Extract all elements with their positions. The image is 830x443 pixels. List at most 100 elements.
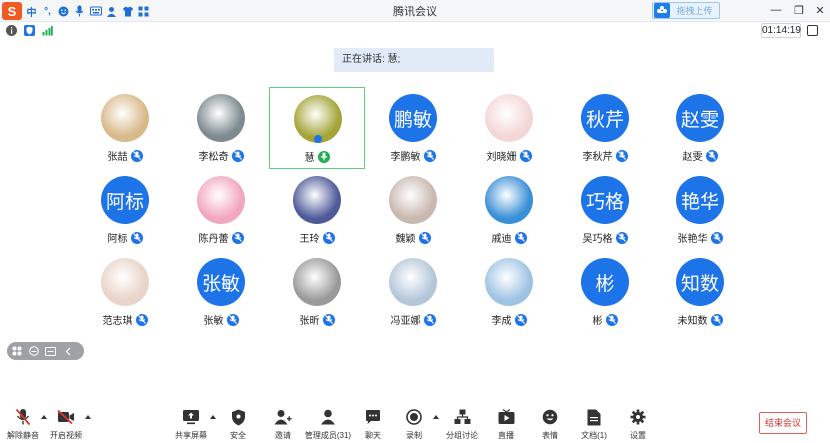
- participant-name-row: 冯亚娜: [365, 312, 461, 327]
- emoji-icon: [541, 408, 559, 426]
- participant-name: 张喆: [107, 152, 128, 163]
- share-screen-button[interactable]: 共享屏幕: [166, 408, 216, 441]
- participant-tile[interactable]: 张昕: [269, 251, 365, 333]
- participant-tile[interactable]: 艳华 张艳华: [652, 169, 748, 251]
- participant-name: 范志琪: [102, 316, 133, 327]
- participant-tile[interactable]: 张喆: [77, 87, 173, 169]
- avatar: [293, 176, 341, 224]
- participant-tile[interactable]: 刘晓姗: [461, 87, 557, 169]
- participant-tile[interactable]: 李成: [461, 251, 557, 333]
- mic-muted-icon: [135, 313, 148, 326]
- avatar: 巧格: [581, 176, 629, 224]
- participant-name: 赵雯: [682, 152, 703, 163]
- chat-icon: [364, 408, 382, 426]
- participant-tile[interactable]: 李松奇: [173, 87, 269, 169]
- participant-tile[interactable]: 陈丹蕾: [173, 169, 269, 251]
- participant-name: 张敏: [203, 316, 224, 327]
- participant-name-row: 戚迪: [461, 230, 557, 245]
- participant-name-row: 赵雯: [652, 148, 748, 163]
- participant-grid: 张喆 李松奇慧鹏敏 李鹏敏 刘晓姗 秋芹 李秋芹 赵雯 赵雯 阿标 阿标 陈丹蕾 王玲 魏颖 戚迪 巧格 吴巧…: [0, 0, 830, 443]
- participant-tile[interactable]: 巧格 吴巧格: [557, 169, 653, 251]
- gear-icon: [629, 408, 647, 426]
- mic-muted-icon: [231, 149, 244, 162]
- mic-muted-icon: [130, 231, 143, 244]
- manage-members-button[interactable]: 管理成员(31): [303, 408, 353, 441]
- participant-name-row: 李秋芹: [557, 148, 653, 163]
- share-screen-label: 共享屏幕: [175, 431, 207, 440]
- start-video-button[interactable]: 开启视频: [41, 408, 91, 441]
- shield-icon: [229, 408, 247, 426]
- members-icon: [319, 408, 337, 426]
- avatar: 艳华: [676, 176, 724, 224]
- participant-tile[interactable]: 张敏 张敏: [173, 251, 269, 333]
- mic-muted-icon: [605, 313, 618, 326]
- avatar: [197, 176, 245, 224]
- participant-name: 魏颖: [395, 234, 416, 245]
- participant-tile[interactable]: 范志琪: [77, 251, 173, 333]
- security-button[interactable]: 安全: [213, 408, 263, 441]
- apps-icon[interactable]: [11, 346, 22, 357]
- participant-tile[interactable]: 魏颖: [365, 169, 461, 251]
- participant-name: 陈丹蕾: [198, 234, 229, 245]
- avatar: [197, 94, 245, 142]
- chat-label: 聊天: [365, 431, 381, 440]
- record-icon: [405, 408, 423, 426]
- participant-tile[interactable]: 赵雯 赵雯: [652, 87, 748, 169]
- participant-name: 冯亚娜: [390, 316, 421, 327]
- start-video-label: 开启视频: [50, 431, 82, 440]
- participant-tile[interactable]: 鹏敏 李鹏敏: [365, 87, 461, 169]
- avatar: 彬: [581, 258, 629, 306]
- caption-icon[interactable]: [45, 346, 56, 357]
- meeting-toolbar: 解除静音 开启视频 共享屏幕 安全 邀请 管理成员(31) 聊天 录制 分组讨论…: [0, 402, 830, 443]
- participant-tile[interactable]: 戚迪: [461, 169, 557, 251]
- mic-muted-icon: [14, 408, 32, 426]
- video-options-caret[interactable]: [85, 415, 91, 419]
- mic-muted-icon: [615, 149, 628, 162]
- participant-tile[interactable]: 冯亚娜: [365, 251, 461, 333]
- participant-tile[interactable]: 慧: [269, 87, 365, 169]
- manage-members-label: 管理成员(31): [304, 431, 352, 440]
- docs-label: 文档(1): [581, 431, 607, 440]
- participant-name-row: 李成: [461, 312, 557, 327]
- collapse-chevron-icon[interactable]: [62, 346, 73, 357]
- participant-name: 李鹏敏: [390, 152, 421, 163]
- face-icon[interactable]: [28, 346, 39, 357]
- breakout-label: 分组讨论: [446, 431, 478, 440]
- invite-button[interactable]: 邀请: [258, 408, 308, 441]
- reaction-button[interactable]: 表情: [525, 408, 575, 441]
- mic-muted-icon: [710, 313, 723, 326]
- docs-button[interactable]: 文档(1): [569, 408, 619, 441]
- breakout-button[interactable]: 分组讨论: [437, 408, 487, 441]
- mic-muted-icon: [418, 231, 431, 244]
- participant-name-row: 张喆: [77, 148, 173, 163]
- record-button[interactable]: 录制: [389, 408, 439, 441]
- end-meeting-button[interactable]: 结束会议: [759, 412, 807, 434]
- participant-name-row: 李鹏敏: [365, 148, 461, 163]
- settings-button[interactable]: 设置: [613, 408, 663, 441]
- invite-label: 邀请: [275, 431, 291, 440]
- participant-tile[interactable]: 知数 未知数: [652, 251, 748, 333]
- avatar: [485, 94, 533, 142]
- live-label: 直播: [498, 431, 514, 440]
- document-icon: [585, 408, 603, 426]
- avatar: [101, 94, 149, 142]
- participant-name-row: 阿标: [77, 230, 173, 245]
- participant-tile[interactable]: 王玲: [269, 169, 365, 251]
- avatar: [389, 258, 437, 306]
- participant-tile[interactable]: 秋芹 李秋芹: [557, 87, 653, 169]
- participant-name: 彬: [592, 316, 603, 327]
- participant-name: 吴巧格: [582, 234, 613, 245]
- avatar: 知数: [676, 258, 724, 306]
- participant-tile[interactable]: 彬彬: [557, 251, 653, 333]
- mic-muted-icon: [519, 149, 532, 162]
- avatar: 鹏敏: [389, 94, 437, 142]
- settings-label: 设置: [630, 431, 646, 440]
- participant-name-row: 未知数: [652, 312, 748, 327]
- live-button[interactable]: 直播: [481, 408, 531, 441]
- mic-muted-icon: [423, 149, 436, 162]
- view-mini-toolbar: [7, 342, 84, 360]
- participant-tile[interactable]: 阿标 阿标: [77, 169, 173, 251]
- participant-name-row: 慧: [270, 149, 364, 164]
- avatar: [389, 176, 437, 224]
- avatar: 张敏: [197, 258, 245, 306]
